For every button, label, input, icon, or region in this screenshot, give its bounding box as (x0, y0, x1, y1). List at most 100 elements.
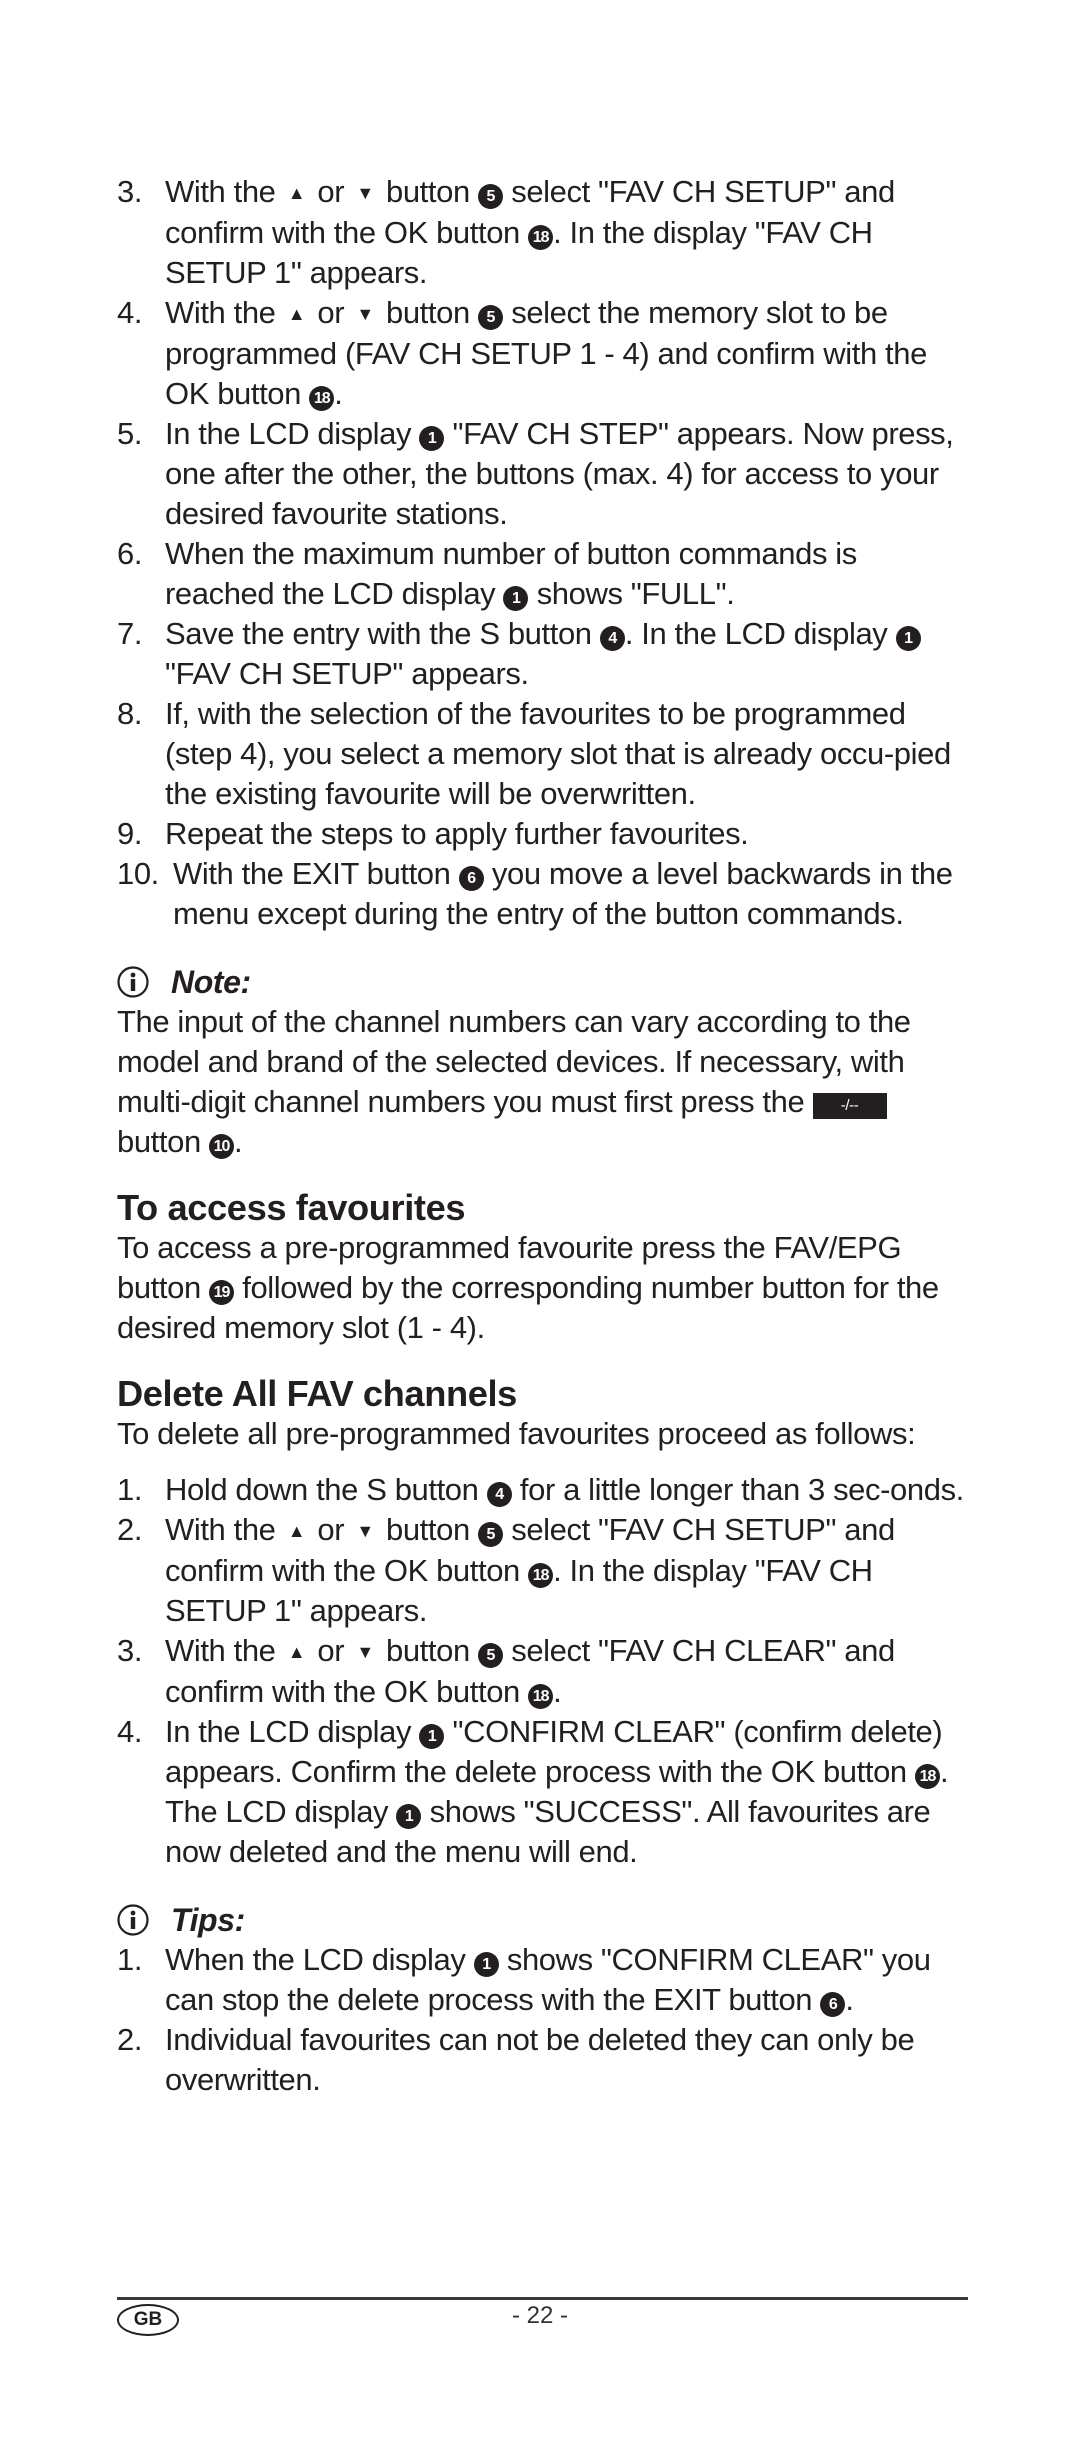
text-run: . (553, 1674, 562, 1709)
down-arrow-icon: ▼ (356, 1521, 374, 1541)
item-number: 3. (117, 1633, 143, 1668)
circled-number-5-icon: 5 (478, 305, 503, 330)
text-run: With the (165, 295, 284, 330)
info-icon (117, 966, 149, 998)
digit-key-icon: -/-- (812, 1093, 887, 1119)
access-text: To access a pre-programmed favourite pre… (117, 1228, 969, 1348)
manual-page: 3. With the ▲ or ▼ button 5 select "FAV C… (117, 172, 969, 2100)
list-item: 9. Repeat the steps to apply further favo… (117, 814, 969, 854)
item-number: 7. (117, 616, 143, 651)
item-number: 2. (117, 1512, 143, 1547)
circled-number-10-icon: 10 (209, 1134, 235, 1159)
access-heading: To access favourites (117, 1187, 466, 1228)
delete-section: Delete All FAV channels To delete all pr… (117, 1374, 969, 1872)
text-run: button (377, 1512, 478, 1547)
text-run: Individual favourites can not be deleted… (165, 2022, 915, 2097)
item-number: 4. (117, 1714, 143, 1749)
circled-number-4-icon: 4 (486, 1482, 512, 1507)
text-run: followed by the corresponding number but… (117, 1270, 939, 1345)
item-number: 1. (117, 1942, 143, 1977)
circled-number-1-icon: 1 (419, 426, 445, 451)
text-run: button (377, 1633, 478, 1668)
circled-number-18-icon: 18 (528, 1563, 554, 1588)
note-header: Note: (117, 960, 969, 1004)
text-run: or (309, 1633, 353, 1668)
circled-number-18-icon: 18 (914, 1764, 940, 1789)
list-item: 3. With the ▲ or ▼ button 5 select "FAV C… (117, 172, 969, 293)
text-run: With the EXIT button (173, 856, 459, 891)
item-text: When the maximum number of button comman… (165, 536, 857, 611)
circled-number-5-icon: 5 (478, 184, 503, 209)
item-text: Hold down the S button 4 for a little lo… (165, 1472, 964, 1507)
down-arrow-icon: ▼ (356, 1642, 374, 1662)
circled-number-5-icon: 5 (478, 1643, 503, 1668)
circled-number-1-icon: 1 (503, 586, 529, 611)
circled-number-1-icon: 1 (419, 1724, 445, 1749)
list-item: 8. If, with the selection of the favourit… (117, 694, 969, 814)
circled-number-18-icon: 18 (528, 225, 554, 250)
tips-header: Tips: (117, 1898, 969, 1942)
item-number: 9. (117, 816, 143, 851)
circled-number-1-icon: 1 (473, 1952, 499, 1977)
item-number: 10. (117, 856, 159, 891)
text-run: If, with the selection of the favourites… (165, 696, 951, 811)
text-run: . (234, 1124, 243, 1159)
list-item: 1. Hold down the S button 4 for a little … (117, 1470, 969, 1510)
up-arrow-icon: ▲ (287, 304, 306, 324)
text-run: Repeat the steps to apply further favour… (165, 816, 749, 851)
item-text: Save the entry with the S button 4. In t… (165, 616, 921, 691)
text-run: for a little longer than 3 sec-onds. (511, 1472, 964, 1507)
text-run: or (309, 174, 353, 209)
text-run: or (309, 295, 353, 330)
text-run: . (845, 1982, 854, 2017)
text-run: button (117, 1124, 210, 1159)
text-run: In the LCD display (165, 416, 420, 451)
list-item: 5. In the LCD display 1 "FAV CH STEP" app… (117, 414, 969, 534)
circled-number-4-icon: 4 (599, 626, 625, 651)
tips-label: Tips: (171, 1902, 245, 1938)
down-arrow-icon: ▼ (356, 183, 374, 203)
note-text: The input of the channel numbers can var… (117, 1002, 969, 1162)
list-item: 2. With the ▲ or ▼ button 5 select "FAV C… (117, 1510, 969, 1631)
list-item: 3. With the ▲ or ▼ button 5 select "FAV C… (117, 1631, 969, 1712)
item-number: 8. (117, 696, 143, 731)
up-arrow-icon: ▲ (287, 183, 306, 203)
text-run: With the (165, 1512, 284, 1547)
delete-heading: Delete All FAV channels (117, 1373, 517, 1414)
text-run: . (334, 376, 343, 411)
item-number: 6. (117, 536, 143, 571)
item-text: With the ▲ or ▼ button 5 select "FAV CH … (165, 1633, 895, 1709)
up-arrow-icon: ▲ (287, 1642, 306, 1662)
item-number: 5. (117, 416, 143, 451)
circled-number-19-icon: 19 (209, 1280, 235, 1305)
text-run: "FAV CH SETUP" appears. (165, 656, 529, 691)
down-arrow-icon: ▼ (356, 304, 374, 324)
item-text: With the EXIT button 6 you move a level … (173, 856, 953, 931)
text-run: With the (165, 1633, 284, 1668)
text-run: In the LCD display (165, 1714, 420, 1749)
circled-number-6-icon: 6 (458, 866, 484, 891)
up-arrow-icon: ▲ (287, 1521, 306, 1541)
item-number: 3. (117, 174, 143, 209)
tips-box: Tips: 1. When the LCD display 1 shows "CO… (117, 1898, 969, 2100)
delete-steps-list: 1. Hold down the S button 4 for a little … (117, 1470, 969, 1872)
item-text: In the LCD display 1 "CONFIRM CLEAR" (co… (165, 1714, 949, 1869)
item-number: 1. (117, 1472, 143, 1507)
text-run: button (377, 174, 478, 209)
circled-number-1-icon: 1 (895, 626, 921, 651)
item-text: When the LCD display 1 shows "CONFIRM CL… (165, 1942, 931, 2017)
list-item: 2. Individual favourites can not be delet… (117, 2020, 969, 2100)
setup-steps-list: 3. With the ▲ or ▼ button 5 select "FAV C… (117, 172, 969, 934)
footer-divider (117, 2297, 968, 2300)
circled-number-5-icon: 5 (478, 1522, 503, 1547)
item-number: 4. (117, 295, 143, 330)
circled-number-18-icon: 18 (528, 1684, 554, 1709)
text-run: or (309, 1512, 353, 1547)
info-icon (117, 1904, 149, 1936)
list-item: 10. With the EXIT button 6 you move a lev… (117, 854, 969, 934)
item-number: 2. (117, 2022, 143, 2057)
circled-number-1-icon: 1 (396, 1804, 422, 1829)
